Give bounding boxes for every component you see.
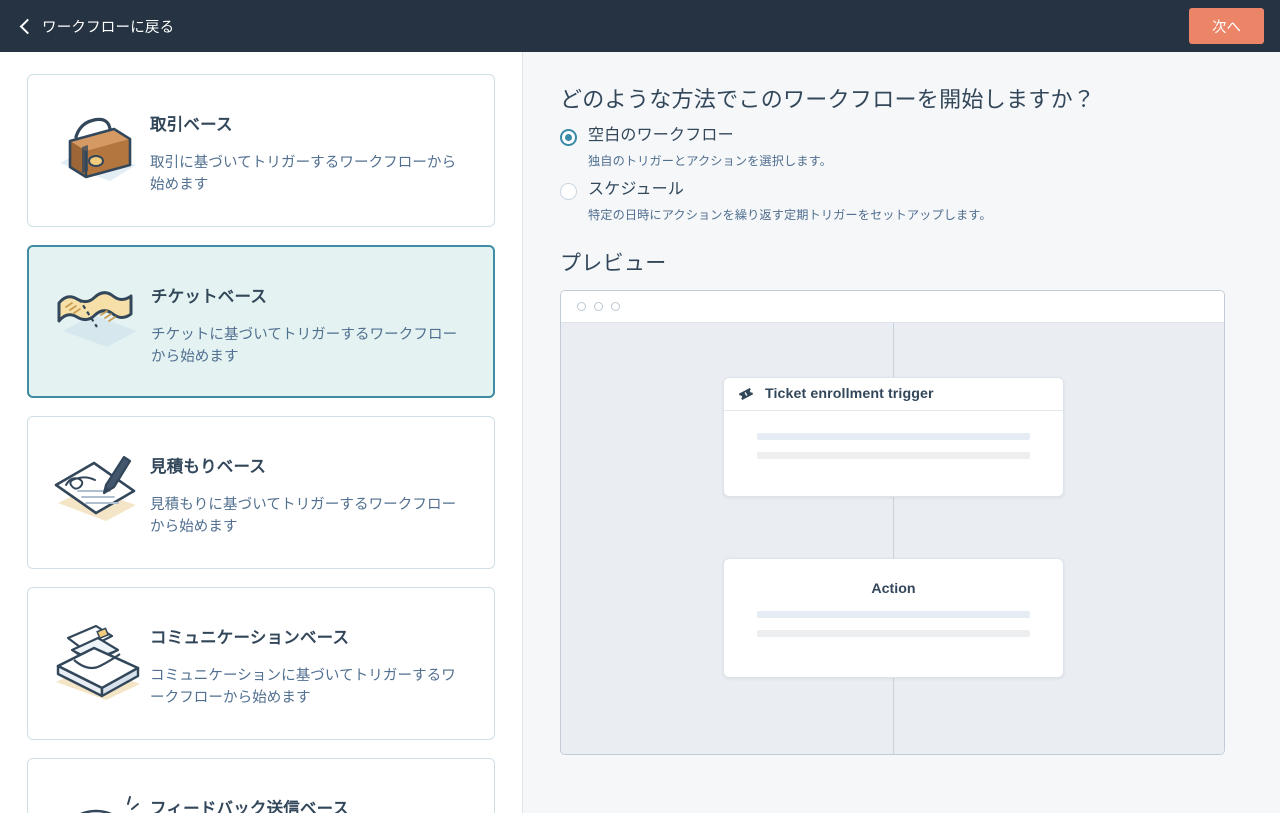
trigger-card-title: Ticket enrollment trigger <box>765 385 934 402</box>
workflow-type-card-feedback[interactable]: フィードバック送信ベース <box>27 758 495 813</box>
card-description: 見積もりに基づいてトリガーするワークフローから始めます <box>150 497 457 536</box>
action-card-body <box>724 610 1063 637</box>
back-to-workflows-link[interactable]: ワークフローに戻る <box>18 16 174 37</box>
workflow-type-card-ticket[interactable]: チケットベース チケットに基づいてトリガーするワークフローから始めます <box>27 245 495 398</box>
preview-window-chrome <box>561 290 1224 323</box>
preview-canvas: Ticket enrollment trigger Action <box>561 322 1224 754</box>
skeleton-line <box>757 629 1030 637</box>
card-title: 見積もりベース <box>150 458 267 476</box>
card-text: チケットベース チケットに基づいてトリガーするワークフローから始めます <box>151 263 475 369</box>
page-title: どのような方法でこのワークフローを開始しますか？ <box>560 87 1096 112</box>
radio-text: 空白のワークフロー 独自のトリガーとアクションを選択します。 <box>588 126 832 169</box>
feedback-gauge-icon <box>46 775 150 813</box>
radio-option-blank-workflow[interactable]: 空白のワークフロー 独自のトリガーとアクションを選択します。 <box>560 126 1224 169</box>
radio-description: 独自のトリガーとアクションを選択します。 <box>588 153 832 168</box>
radio-text: スケジュール 特定の日時にアクションを繰り返す定期トリガーをセットアップします。 <box>588 180 992 223</box>
preview-action-card: Action <box>723 557 1064 678</box>
signed-document-icon <box>46 433 150 533</box>
card-title: チケットベース <box>151 288 268 306</box>
window-dot-icon <box>611 301 620 311</box>
card-description: 取引に基づいてトリガーするワークフローから始めます <box>150 155 457 194</box>
skeleton-line <box>757 432 1030 440</box>
skeleton-line <box>757 451 1030 459</box>
workflow-type-card-deal[interactable]: 取引ベース 取引に基づいてトリガーするワークフローから始めます <box>27 74 495 227</box>
inbox-tray-icon <box>46 604 150 710</box>
workflow-start-options-panel: どのような方法でこのワークフローを開始しますか？ 空白のワークフロー 独自のトリ… <box>523 52 1280 813</box>
card-title: コミュニケーションベース <box>150 629 350 647</box>
trigger-card-header: Ticket enrollment trigger <box>724 377 1063 411</box>
radio-option-schedule[interactable]: スケジュール 特定の日時にアクションを繰り返す定期トリガーをセットアップします。 <box>560 180 1224 223</box>
action-card-title: Action <box>871 580 916 597</box>
skeleton-line <box>757 610 1030 618</box>
briefcase-icon <box>46 91 150 191</box>
card-text: 見積もりベース 見積もりに基づいてトリガーするワークフローから始めます <box>150 433 476 539</box>
chevron-left-icon <box>18 19 32 33</box>
radio-button[interactable] <box>560 182 577 200</box>
card-text: フィードバック送信ベース <box>150 775 355 813</box>
preview-title: プレビュー <box>560 251 667 275</box>
preview-window: Ticket enrollment trigger Action <box>560 289 1225 755</box>
radio-label: 空白のワークフロー <box>588 127 734 144</box>
card-description: コミュニケーションに基づいてトリガーするワークフローから始めます <box>150 668 456 707</box>
radio-description: 特定の日時にアクションを繰り返す定期トリガーをセットアップします。 <box>588 207 992 222</box>
window-dot-icon <box>594 301 603 311</box>
card-text: コミュニケーションベース コミュニケーションに基づいてトリガーするワークフローか… <box>150 604 476 710</box>
top-bar: ワークフローに戻る 次へ <box>0 0 1280 52</box>
next-button[interactable]: 次へ <box>1189 8 1264 44</box>
preview-trigger-card: Ticket enrollment trigger <box>723 376 1064 497</box>
workflow-type-list: 取引ベース 取引に基づいてトリガーするワークフローから始めます チケットベース … <box>0 52 523 813</box>
card-description: チケットに基づいてトリガーするワークフローから始めます <box>151 327 458 366</box>
radio-button[interactable] <box>560 129 577 146</box>
ticket-icon <box>47 263 151 361</box>
radio-label: スケジュール <box>588 180 685 198</box>
workflow-type-card-quote[interactable]: 見積もりベース 見積もりに基づいてトリガーするワークフローから始めます <box>27 416 495 569</box>
back-link-label: ワークフローに戻る <box>42 19 175 36</box>
window-dot-icon <box>577 301 586 311</box>
card-title: 取引ベース <box>150 116 233 134</box>
workflow-type-card-communication[interactable]: コミュニケーションベース コミュニケーションに基づいてトリガーするワークフローか… <box>27 587 495 740</box>
card-text: 取引ベース 取引に基づいてトリガーするワークフローから始めます <box>150 91 476 197</box>
ticket-icon <box>738 387 754 400</box>
card-title: フィードバック送信ベース <box>150 800 350 813</box>
trigger-card-body <box>724 411 1063 459</box>
page-content: 取引ベース 取引に基づいてトリガーするワークフローから始めます チケットベース … <box>0 52 1280 813</box>
